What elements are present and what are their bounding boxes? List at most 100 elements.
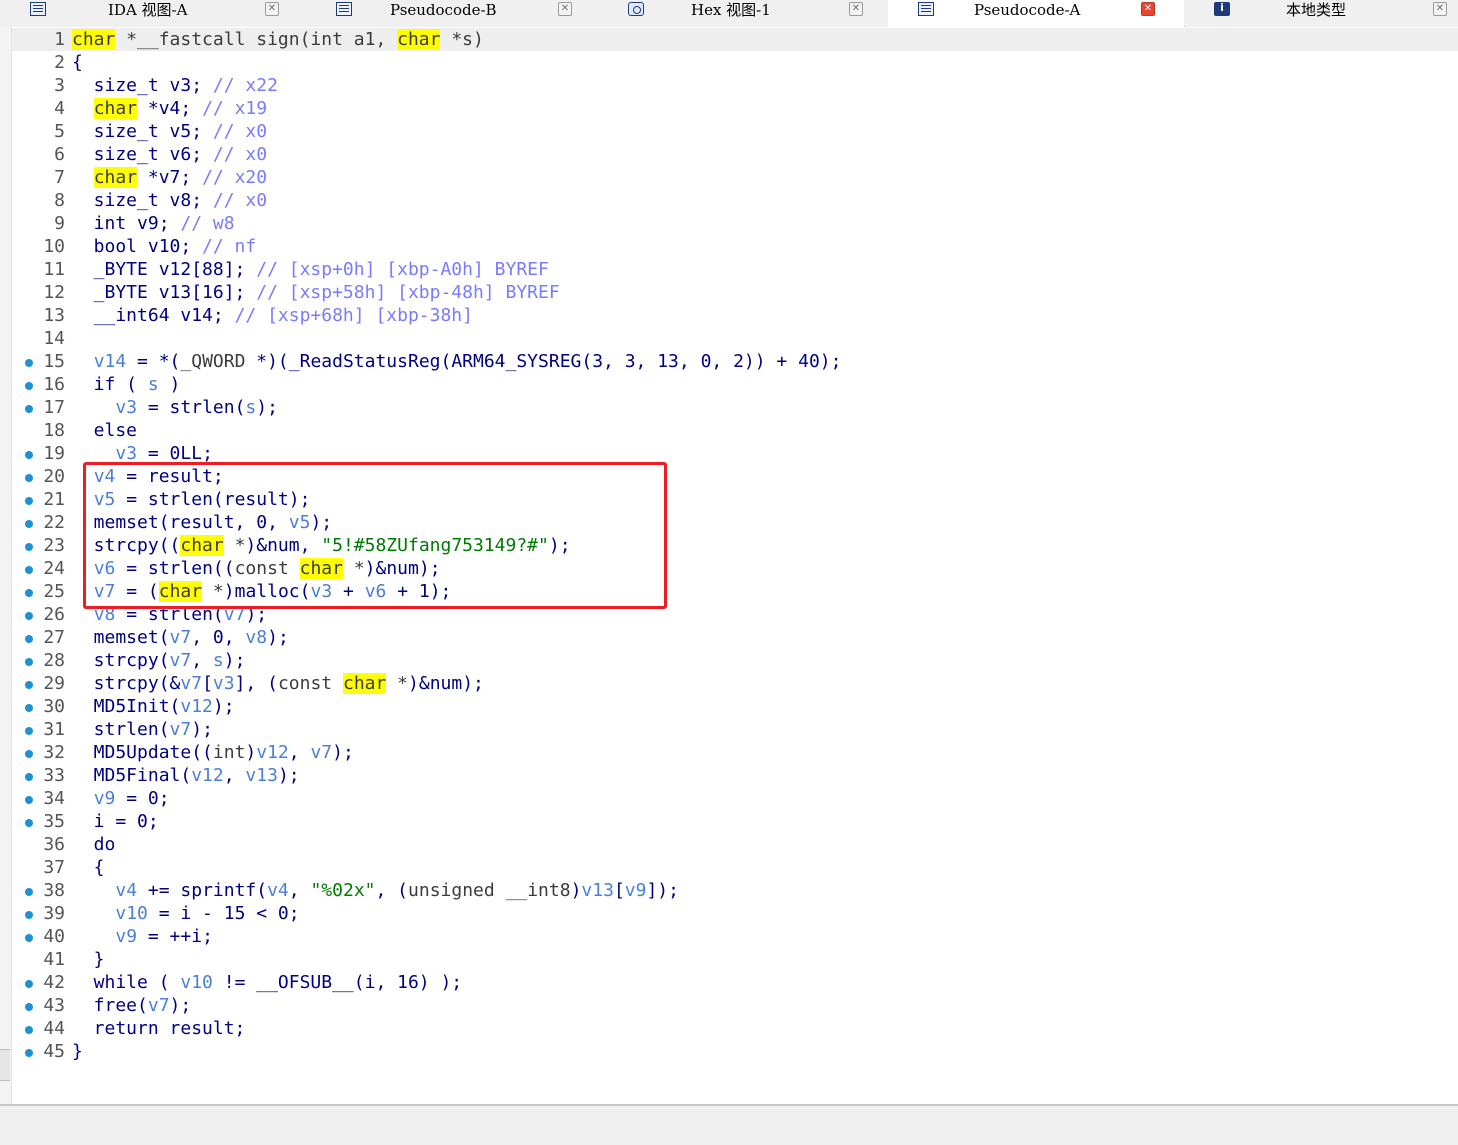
code-line[interactable]: 2{	[12, 51, 1458, 74]
code-line[interactable]: 33 MD5Final(v12, v13);	[12, 764, 1458, 787]
breakpoint-dot-icon[interactable]	[25, 727, 33, 735]
code-line[interactable]: 14	[12, 327, 1458, 350]
code-line[interactable]: 16 if ( s )	[12, 373, 1458, 396]
code-text: __int64 v14; // [xsp+68h] [xbp-38h]	[72, 304, 473, 327]
code-token: // [xsp+68h] [xbp-38h]	[234, 305, 473, 326]
code-line[interactable]: 27 memset(v7, 0, v8);	[12, 626, 1458, 649]
breakpoint-dot-icon[interactable]	[25, 359, 33, 367]
line-number: 22	[43, 512, 65, 533]
code-text: strlen(v7);	[72, 718, 213, 741]
close-tab-icon[interactable]: ✕	[1433, 2, 1447, 16]
code-line[interactable]: 1 char *__fastcall sign(int a1, char *s)	[12, 28, 1458, 51]
breakpoint-dot-icon[interactable]	[25, 566, 33, 574]
code-token: s	[245, 397, 257, 418]
breakpoint-dot-icon[interactable]	[25, 1026, 33, 1034]
code-line[interactable]: 34 v9 = 0;	[12, 787, 1458, 810]
code-token: // [xsp+0h] [xbp-A0h] BYREF	[256, 259, 549, 280]
breakpoint-dot-icon[interactable]	[25, 612, 33, 620]
code-line[interactable]: 45}	[12, 1040, 1458, 1063]
code-line[interactable]: 40 v9 = ++i;	[12, 925, 1458, 948]
code-line[interactable]: 31 strlen(v7);	[12, 718, 1458, 741]
code-token: return result;	[72, 1018, 246, 1039]
code-token: int	[212, 742, 246, 763]
breakpoint-dot-icon[interactable]	[25, 497, 33, 505]
breakpoint-dot-icon[interactable]	[25, 911, 33, 919]
close-tab-icon[interactable]: ✕	[849, 2, 863, 16]
code-text: size_t v6; // x0	[72, 143, 267, 166]
close-tab-icon[interactable]: ✕	[558, 2, 572, 16]
code-line[interactable]: 41 }	[12, 948, 1458, 971]
code-token: // x19	[202, 98, 268, 119]
breakpoint-dot-icon[interactable]	[25, 934, 33, 942]
breakpoint-dot-icon[interactable]	[25, 1049, 33, 1057]
tab-1[interactable]: IDA 视图-A ✕	[0, 0, 307, 26]
code-line[interactable]: 4 char *v4; // x19	[12, 97, 1458, 120]
breakpoint-dot-icon[interactable]	[25, 681, 33, 689]
breakpoint-dot-icon[interactable]	[25, 382, 33, 390]
line-number: 26	[43, 604, 65, 625]
breakpoint-dot-icon[interactable]	[25, 451, 33, 459]
code-line[interactable]: 13 __int64 v14; // [xsp+68h] [xbp-38h]	[12, 304, 1458, 327]
line-number: 37	[43, 857, 65, 878]
code-line[interactable]: 38 v4 += sprintf(v4, "%02x", (unsigned _…	[12, 879, 1458, 902]
code-line[interactable]: 12 _BYTE v13[16]; // [xsp+58h] [xbp-48h]…	[12, 281, 1458, 304]
code-line[interactable]: 11 _BYTE v12[88]; // [xsp+0h] [xbp-A0h] …	[12, 258, 1458, 281]
line-number: 33	[43, 765, 65, 786]
tab-4[interactable]: Pseudocode-A ✕	[888, 0, 1185, 27]
code-line[interactable]: 18 else	[12, 419, 1458, 442]
line-number: 39	[43, 903, 65, 924]
breakpoint-dot-icon[interactable]	[25, 635, 33, 643]
code-line[interactable]: 32 MD5Update((int)v12, v7);	[12, 741, 1458, 764]
breakpoint-dot-icon[interactable]	[25, 658, 33, 666]
code-line[interactable]: 39 v10 = i - 15 < 0;	[12, 902, 1458, 925]
code-line[interactable]: 28 strcpy(v7, s);	[12, 649, 1458, 672]
code-line[interactable]: 15 v14 = *(_QWORD *)(_ReadStatusReg(ARM6…	[12, 350, 1458, 373]
line-number: 24	[43, 558, 65, 579]
hex-view-icon	[628, 2, 644, 16]
breakpoint-dot-icon[interactable]	[25, 819, 33, 827]
code-line[interactable]: 42 while ( v10 != __OFSUB__(i, 16) );	[12, 971, 1458, 994]
breakpoint-dot-icon[interactable]	[25, 589, 33, 597]
code-line[interactable]: 44 return result;	[12, 1017, 1458, 1040]
code-line[interactable]: 17 v3 = strlen(s);	[12, 396, 1458, 419]
code-token: );	[212, 696, 235, 717]
code-line[interactable]: 30 MD5Init(v12);	[12, 695, 1458, 718]
code-token: v9	[93, 788, 116, 809]
code-line[interactable]: 43 free(v7);	[12, 994, 1458, 1017]
code-line[interactable]: 7 char *v7; // x20	[12, 166, 1458, 189]
tab-2[interactable]: Pseudocode-B ✕	[306, 0, 599, 26]
breakpoint-dot-icon[interactable]	[25, 1003, 33, 1011]
breakpoint-dot-icon[interactable]	[25, 474, 33, 482]
close-tab-icon[interactable]: ✕	[1141, 2, 1155, 16]
breakpoint-dot-icon[interactable]	[25, 888, 33, 896]
code-line[interactable]: 37 {	[12, 856, 1458, 879]
code-line[interactable]: 8 size_t v8; // x0	[12, 189, 1458, 212]
gutter-splitter-handle[interactable]	[0, 1049, 10, 1081]
code-line[interactable]: 10 bool v10; // nf	[12, 235, 1458, 258]
code-line[interactable]: 35 i = 0;	[12, 810, 1458, 833]
code-text: MD5Init(v12);	[72, 695, 235, 718]
tab-bar: IDA 视图-A ✕ Pseudocode-B ✕ Hex 视图-1 ✕ Pseudocod…	[0, 0, 1458, 28]
close-tab-icon[interactable]: ✕	[265, 2, 279, 16]
breakpoint-dot-icon[interactable]	[25, 750, 33, 758]
breakpoint-dot-icon[interactable]	[25, 980, 33, 988]
breakpoint-dot-icon[interactable]	[25, 704, 33, 712]
breakpoint-dot-icon[interactable]	[25, 520, 33, 528]
code-line[interactable]: 36 do	[12, 833, 1458, 856]
tab-3[interactable]: Hex 视图-1 ✕	[598, 0, 889, 26]
breakpoint-dot-icon[interactable]	[25, 773, 33, 781]
code-text: memset(v7, 0, v8);	[72, 626, 289, 649]
code-line[interactable]: 5 size_t v5; // x0	[12, 120, 1458, 143]
tab-5[interactable]: 本地类型 ✕	[1184, 0, 1458, 26]
code-text: while ( v10 != __OFSUB__(i, 16) );	[72, 971, 462, 994]
code-line[interactable]: 3 size_t v3; // x22	[12, 74, 1458, 97]
code-line[interactable]: 6 size_t v6; // x0	[12, 143, 1458, 166]
code-token: = *(	[126, 351, 181, 372]
line-number: 6	[54, 144, 65, 165]
line-number: 44	[43, 1018, 65, 1039]
breakpoint-dot-icon[interactable]	[25, 543, 33, 551]
breakpoint-dot-icon[interactable]	[25, 405, 33, 413]
code-line[interactable]: 9 int v9; // w8	[12, 212, 1458, 235]
code-line[interactable]: 29 strcpy(&v7[v3], (const char *)&num);	[12, 672, 1458, 695]
breakpoint-dot-icon[interactable]	[25, 796, 33, 804]
